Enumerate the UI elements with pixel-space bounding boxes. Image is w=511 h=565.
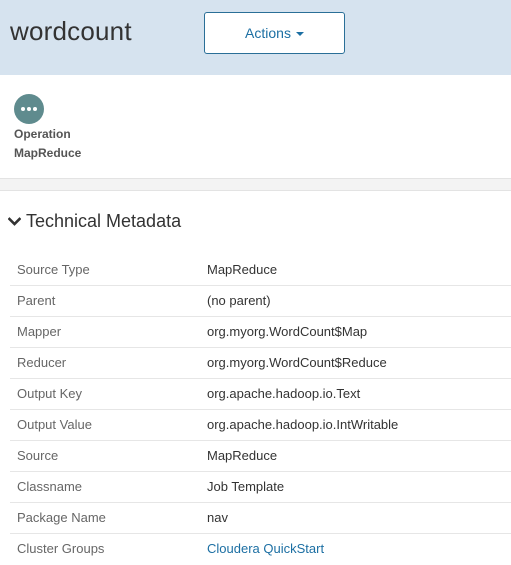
metadata-row: Cluster Groups Cloudera QuickStart <box>10 533 511 564</box>
metadata-key: Cluster Groups <box>17 541 105 557</box>
entity-type-line1: Operation <box>14 127 71 141</box>
chevron-down-icon <box>8 217 21 226</box>
metadata-table: Source Type MapReduce Parent (no parent) Map… <box>10 254 511 564</box>
metadata-row: Output Key org.apache.hadoop.io.Text <box>10 378 511 410</box>
section-divider <box>0 178 511 191</box>
metadata-key: Classname <box>10 471 207 503</box>
metadata-key: Output Value <box>10 409 207 441</box>
metadata-row: Classname Job Template <box>10 471 511 503</box>
metadata-row: Parent (no parent) <box>10 285 511 317</box>
metadata-key: Output Key <box>10 378 207 410</box>
metadata-row: Reducer org.myorg.WordCount$Reduce <box>10 347 511 379</box>
section-title: Technical Metadata <box>26 211 182 231</box>
metadata-key: Mapper <box>10 316 207 348</box>
page-header: wordcount Actions <box>0 0 511 75</box>
metadata-key: Reducer <box>10 347 207 379</box>
metadata-key: Parent <box>10 285 207 317</box>
metadata-key: Source Type <box>10 254 207 286</box>
metadata-value-link[interactable]: Cloudera QuickStart <box>207 533 511 564</box>
metadata-row: Source Type MapReduce <box>10 254 511 286</box>
metadata-value: MapReduce <box>207 254 511 286</box>
page-title: wordcount <box>10 16 132 46</box>
actions-button-label: Actions <box>245 25 291 41</box>
metadata-key: Package Name <box>10 502 207 534</box>
metadata-row: Output Value org.apache.hadoop.io.IntWrit… <box>10 409 511 441</box>
metadata-row: Mapper org.myorg.WordCount$Map <box>10 316 511 348</box>
metadata-value: MapReduce <box>207 440 511 472</box>
metadata-value: org.apache.hadoop.io.Text <box>207 378 511 410</box>
technical-metadata-toggle[interactable]: Technical Metadata <box>8 211 181 232</box>
actions-dropdown-button[interactable]: Actions <box>204 12 345 54</box>
ellipsis-icon <box>14 94 44 124</box>
metadata-value: nav <box>207 502 511 534</box>
metadata-value: Job Template <box>207 471 511 503</box>
metadata-value: org.myorg.WordCount$Reduce <box>207 347 511 379</box>
entity-type-badge <box>14 94 44 124</box>
entity-type-label: Operation MapReduce <box>14 125 81 163</box>
metadata-value: org.apache.hadoop.io.IntWritable <box>207 409 511 441</box>
metadata-row: Source MapReduce <box>10 440 511 472</box>
metadata-value: (no parent) <box>207 285 511 317</box>
metadata-key: Source <box>10 440 207 472</box>
caret-down-icon <box>295 32 304 36</box>
entity-type-line2: MapReduce <box>14 146 82 160</box>
metadata-row: Package Name nav <box>10 502 511 534</box>
metadata-value: org.myorg.WordCount$Map <box>207 316 511 348</box>
